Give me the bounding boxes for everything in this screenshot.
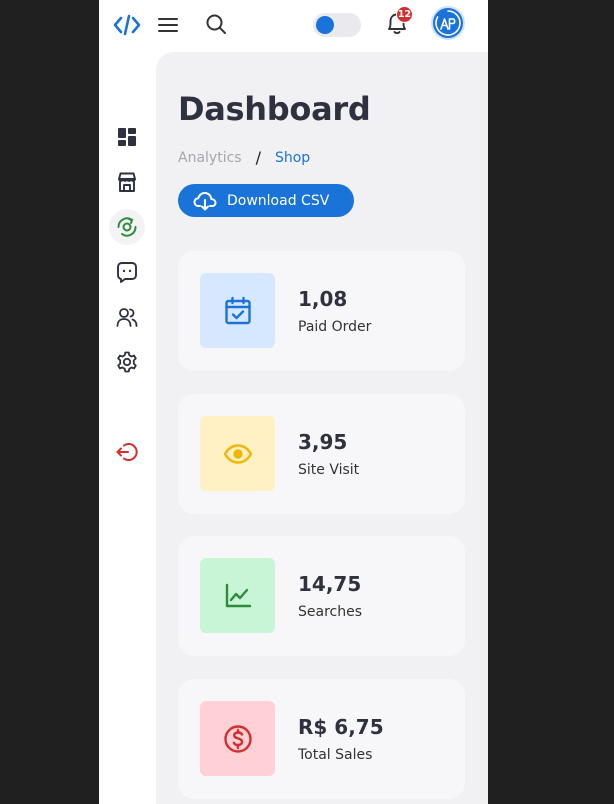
stat-card-site-visit: 3,95 Site Visit bbox=[178, 394, 465, 514]
top-bar: 12 AP bbox=[99, 0, 488, 52]
calendar-check-icon bbox=[200, 273, 275, 348]
stat-card-paid-order: 1,08 Paid Order bbox=[178, 251, 465, 371]
sidebar-item-users[interactable] bbox=[109, 299, 145, 335]
settings-gear-icon bbox=[117, 351, 137, 373]
main-content: Dashboard Analytics / Shop Download CSV bbox=[156, 52, 488, 804]
eye-icon bbox=[200, 416, 275, 491]
search-icon[interactable] bbox=[202, 10, 230, 38]
page-title: Dashboard bbox=[178, 90, 371, 128]
users-icon bbox=[116, 308, 138, 327]
theme-toggle[interactable] bbox=[313, 13, 361, 37]
breadcrumb-shop[interactable]: Shop bbox=[275, 150, 310, 166]
stat-label: Paid Order bbox=[298, 319, 372, 335]
stat-value: 1,08 bbox=[298, 287, 348, 311]
stat-label: Searches bbox=[298, 604, 363, 620]
dashboard-grid-icon bbox=[118, 128, 136, 146]
stat-card-searches: 14,75 Searches bbox=[178, 536, 465, 656]
stat-value: 14,75 bbox=[298, 572, 362, 596]
menu-icon[interactable] bbox=[155, 12, 181, 38]
sidebar-item-settings[interactable] bbox=[109, 344, 145, 380]
sidebar-item-dashboard[interactable] bbox=[109, 119, 145, 155]
chat-bubble-icon bbox=[117, 262, 137, 283]
breadcrumb-analytics[interactable]: Analytics bbox=[178, 150, 242, 166]
logout-icon bbox=[116, 443, 138, 461]
analytics-circle-icon bbox=[117, 217, 137, 237]
sidebar-item-store[interactable] bbox=[109, 164, 145, 200]
app-window: 12 AP bbox=[99, 0, 488, 804]
stat-label: Site Visit bbox=[298, 462, 360, 478]
stat-value: 3,95 bbox=[298, 430, 348, 454]
cloud-download-icon bbox=[193, 191, 217, 210]
avatar[interactable]: AP bbox=[431, 6, 465, 40]
toggle-knob bbox=[316, 16, 334, 34]
store-icon bbox=[118, 172, 136, 192]
code-brackets-icon[interactable] bbox=[111, 10, 143, 40]
sidebar bbox=[99, 52, 156, 804]
sidebar-item-chat[interactable] bbox=[109, 254, 145, 290]
stat-label: Total Sales bbox=[298, 747, 373, 763]
sidebar-item-analytics[interactable] bbox=[109, 209, 145, 245]
download-csv-button[interactable]: Download CSV bbox=[178, 184, 354, 217]
breadcrumb-separator: / bbox=[255, 148, 261, 167]
download-csv-label: Download CSV bbox=[227, 192, 330, 209]
notification-badge: 12 bbox=[396, 6, 413, 23]
breadcrumb: Analytics / Shop bbox=[178, 148, 310, 167]
stat-card-total-sales: R$ 6,75 Total Sales bbox=[178, 679, 465, 799]
line-chart-icon bbox=[200, 558, 275, 633]
stat-value: R$ 6,75 bbox=[298, 715, 384, 739]
sidebar-item-logout[interactable] bbox=[109, 434, 145, 470]
dollar-circle-icon bbox=[200, 701, 275, 776]
